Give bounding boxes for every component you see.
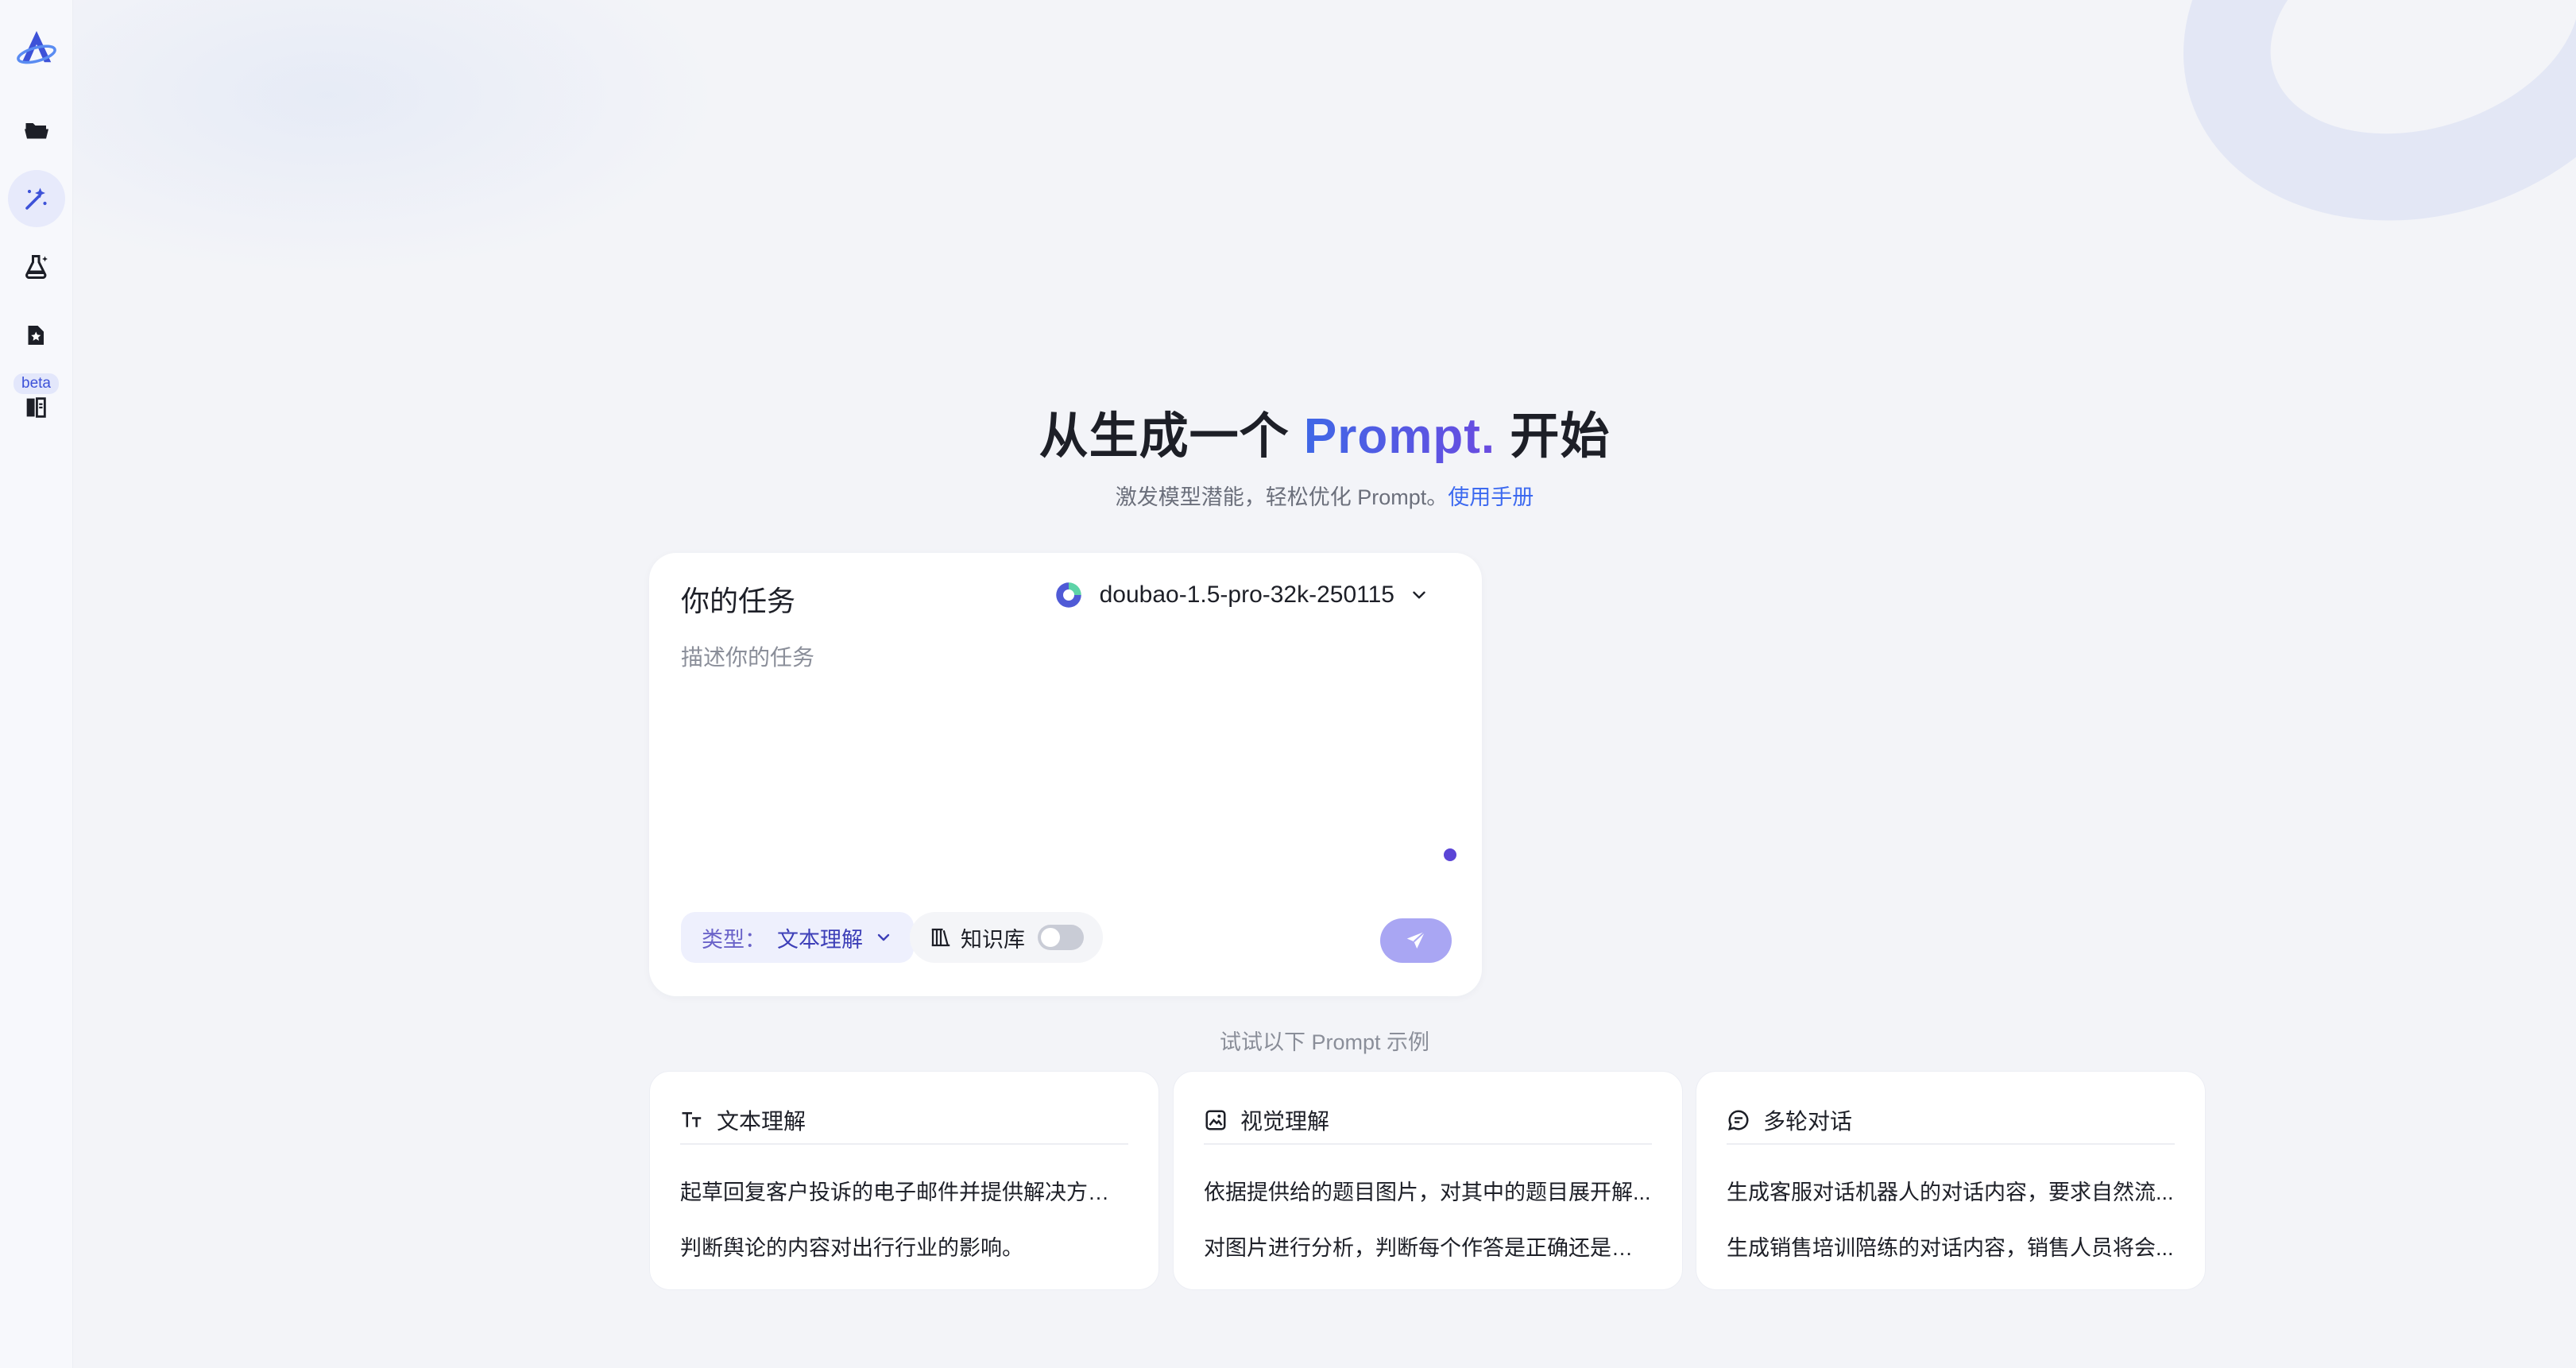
task-title: 你的任务 <box>681 585 796 617</box>
puzzle-icon <box>28 326 44 345</box>
doubao-model-icon <box>1055 582 1081 608</box>
book-icon <box>27 397 47 418</box>
type-label: 类型： <box>702 927 766 952</box>
magic-wand-icon <box>25 187 47 210</box>
example-card-header: 多轮对话 <box>1727 1097 2175 1145</box>
example-item[interactable]: 生成客服对话机器人的对话内容，要求自然流... <box>1727 1175 2175 1206</box>
example-card-title: 多轮对话 <box>1763 1109 1853 1134</box>
example-card-header: 视觉理解 <box>1204 1097 1652 1145</box>
example-card-vision: 视觉理解 依据提供给的题目图片，对其中的题目展开解... 对图片进行分析，判断每… <box>1173 1071 1683 1290</box>
library-icon <box>931 928 950 947</box>
knowledge-base-switch[interactable] <box>1038 925 1084 950</box>
hero-title-accent: Prompt. <box>1303 409 1496 464</box>
task-input[interactable] <box>681 640 1444 863</box>
folder-icon <box>24 123 48 139</box>
sidebar-item-generate[interactable] <box>7 170 65 227</box>
sidebar-item-knowledge[interactable]: beta <box>14 373 59 421</box>
image-icon <box>1205 1110 1226 1130</box>
example-item[interactable]: 生成销售培训陪练的对话内容，销售人员将会... <box>1727 1231 2175 1262</box>
send-icon <box>1406 931 1425 949</box>
sidebar-item-favorites[interactable] <box>8 307 65 364</box>
status-dot <box>1444 848 1456 861</box>
sidebar: beta <box>0 0 73 1368</box>
model-name: doubao-1.5-pro-32k-250115 <box>1099 582 1394 608</box>
send-button[interactable] <box>1380 918 1452 963</box>
sidebar-item-lab[interactable] <box>8 238 65 296</box>
manual-link[interactable]: 使用手册 <box>1448 485 1534 509</box>
chevron-down-icon <box>1413 591 1425 599</box>
examples-hint: 试试以下 Prompt 示例 <box>1219 1030 1430 1054</box>
main-content: 从生成一个 Prompt. 开始 激发模型潜能，轻松优化 Prompt。使用手册… <box>73 0 2576 1368</box>
chat-bubble-icon <box>1727 1110 1749 1131</box>
example-card-title: 视觉理解 <box>1240 1109 1330 1134</box>
flask-icon <box>25 255 48 279</box>
example-item[interactable]: 起草回复客户投诉的电子邮件并提供解决方案。 <box>680 1175 1128 1206</box>
hero-title-suffix: 开始 <box>1495 409 1611 464</box>
hero-title: 从生成一个 Prompt. 开始 <box>73 396 2576 467</box>
app-logo[interactable] <box>13 24 60 71</box>
model-select[interactable]: doubao-1.5-pro-32k-250115 <box>1052 578 1429 612</box>
example-card-text: 文本理解 起草回复客户投诉的电子邮件并提供解决方案。 判断舆论的内容对出行行业的… <box>649 1071 1159 1290</box>
sidebar-item-folder[interactable] <box>8 102 65 159</box>
type-select[interactable]: 类型： 文本理解 <box>681 912 914 963</box>
example-item[interactable]: 对图片进行分析，判断每个作答是正确还是错误 <box>1204 1231 1652 1262</box>
example-card-header: 文本理解 <box>680 1097 1128 1145</box>
task-card: 你的任务 doubao-1.5-pro-32k-250115 类型： 文本理解 … <box>649 553 1482 996</box>
hero-subtitle-text: 激发模型潜能，轻松优化 Prompt。 <box>1115 485 1449 509</box>
chevron-down-icon <box>877 933 890 941</box>
example-item[interactable]: 判断舆论的内容对出行行业的影响。 <box>680 1231 1128 1262</box>
example-card-title: 文本理解 <box>717 1109 806 1134</box>
hero-title-prefix: 从生成一个 <box>1039 409 1304 464</box>
type-value: 文本理解 <box>777 927 863 952</box>
knowledge-base-toggle-group: 知识库 <box>910 912 1103 963</box>
example-item[interactable]: 依据提供给的题目图片，对其中的题目展开解... <box>1204 1175 1652 1206</box>
knowledge-base-label: 知识库 <box>961 927 1025 952</box>
beta-badge: beta <box>14 373 59 394</box>
hero-subtitle: 激发模型潜能，轻松优化 Prompt。使用手册 <box>73 480 2576 511</box>
example-card-chat: 多轮对话 生成客服对话机器人的对话内容，要求自然流... 生成销售培训陪练的对话… <box>1696 1071 2206 1290</box>
text-type-icon <box>682 1112 702 1127</box>
